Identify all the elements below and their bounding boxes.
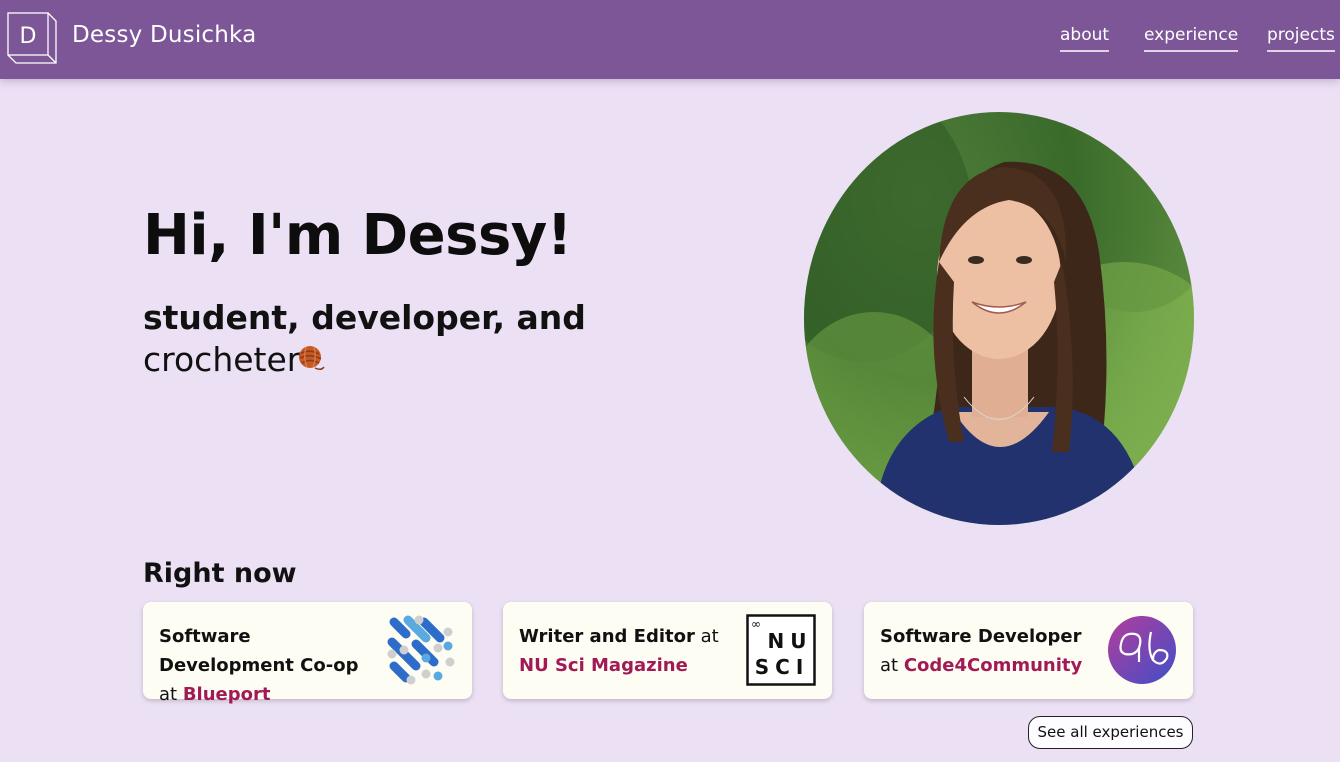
card-text: Writer and Editor at NU Sci Magazine: [519, 622, 739, 680]
profile-photo: [804, 112, 1194, 525]
card-text: Software Development Co-op at Blueport: [159, 622, 379, 709]
hero-subtitle-bold: student, developer, and: [143, 298, 586, 337]
card-role: Software Development Co-op: [159, 626, 359, 676]
nav-experience-link[interactable]: experience: [1144, 25, 1239, 52]
card-at: at: [700, 626, 719, 647]
experience-card-nusci[interactable]: Writer and Editor at NU Sci Magazine ∞ N…: [503, 602, 832, 699]
card-org-link[interactable]: Code4Community: [904, 655, 1082, 676]
nusci-logo-mark: ∞: [751, 617, 761, 631]
site-name[interactable]: Dessy Dusichka: [72, 22, 256, 48]
right-now-heading: Right now: [143, 558, 297, 589]
card-role: Software Developer: [880, 626, 1082, 647]
card-at: at: [159, 684, 178, 705]
nav-projects-link[interactable]: projects: [1267, 25, 1335, 52]
card-org-link[interactable]: Blueport: [183, 684, 271, 705]
nusci-logo-text-top: NU: [768, 629, 813, 653]
logo-letter: D: [20, 24, 37, 49]
yarn-ball-icon: [299, 346, 325, 371]
nusci-logo-text-bottom: SCI: [755, 655, 810, 679]
see-all-experiences-button[interactable]: See all experiences: [1028, 716, 1193, 749]
top-navbar: D Dessy Dusichka about experience projec…: [0, 0, 1340, 79]
card-org-link[interactable]: NU Sci Magazine: [519, 655, 688, 676]
hero-title: Hi, I'm Dessy!: [143, 203, 572, 268]
blueport-logo-icon: [387, 615, 455, 685]
site-logo-icon[interactable]: D: [7, 12, 57, 64]
card-role: Writer and Editor: [519, 626, 695, 647]
experience-card-blueport[interactable]: Software Development Co-op at Blueport: [143, 602, 472, 705]
nav-about-link[interactable]: about: [1060, 25, 1110, 52]
card-at: at: [880, 655, 899, 676]
code4community-logo-icon: [1108, 616, 1176, 684]
card-text: Software Developer at Code4Community: [880, 622, 1100, 680]
experience-card-code4community[interactable]: Software Developer at Code4Community: [864, 602, 1193, 699]
hero-subtitle-plain: crocheter: [143, 340, 301, 379]
nusci-logo-icon: ∞ NU SCI: [746, 614, 816, 686]
